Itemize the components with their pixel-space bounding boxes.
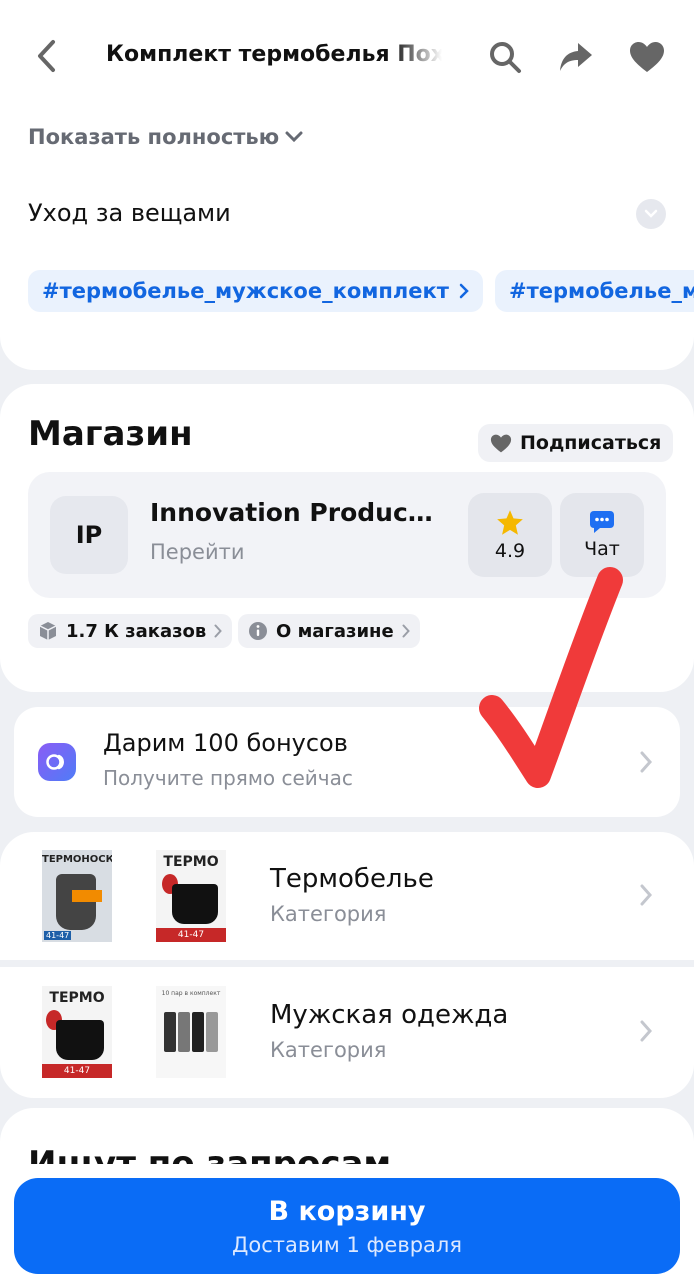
bonus-subtitle: Получите прямо сейчас: [103, 766, 353, 790]
add-to-cart-button[interactable]: В корзину Доставим 1 февраля: [14, 1178, 680, 1274]
subscribe-label: Подписаться: [520, 432, 662, 454]
favorite-button[interactable]: [628, 38, 666, 76]
store-section: Магазин Подписаться IP Innovation Produc…: [0, 384, 694, 692]
bonus-promo[interactable]: Дарим 100 бонусов Получите прямо сейчас: [14, 707, 680, 817]
store-rating: 4.9: [494, 539, 526, 562]
chevron-right-icon: [459, 283, 469, 299]
categories-section: ТЕРМОНОСКИ 41-47 ТЕРМО 41-47 Термобелье …: [0, 832, 694, 1098]
category-title: Мужская одежда: [270, 1000, 509, 1030]
store-chat-button[interactable]: Чат: [560, 493, 644, 577]
thumbnail-label: 10 пар в комплект: [161, 990, 221, 997]
thumbnail-label: ТЕРМО: [49, 990, 105, 1006]
chevron-down-icon: [644, 209, 658, 218]
hashtag-label: #термобелье_м: [509, 279, 694, 303]
chevron-right-icon: [214, 624, 223, 638]
heart-icon: [630, 42, 664, 72]
category-thumbnail: 10 пар в комплект: [156, 986, 226, 1078]
subscribe-button[interactable]: Подписаться: [478, 424, 674, 462]
category-thumbnail: ТЕРМО 41-47: [42, 986, 112, 1078]
chevron-right-icon: [402, 624, 410, 638]
delivery-date: Доставим 1 февраля: [232, 1232, 462, 1257]
store-avatar: IP: [50, 496, 128, 574]
category-thumbnail: ТЕРМОНОСКИ 41-47: [42, 850, 112, 942]
product-title: Комплект термобелья Похо: [106, 42, 442, 67]
bonus-icon: [38, 743, 76, 781]
hashtag-chip[interactable]: #термобелье_м: [495, 270, 694, 312]
heart-icon: [490, 434, 512, 452]
description-section: Показать полностью Уход за вещами #термо…: [0, 105, 694, 370]
back-button[interactable]: [28, 36, 64, 76]
chat-icon: [590, 511, 614, 533]
thumbnail-label: ТЕРМОНОСКИ: [42, 854, 112, 865]
chevron-right-icon: [636, 880, 656, 910]
store-rating-button[interactable]: 4.9: [468, 493, 552, 577]
bottom-bar: В корзину Доставим 1 февраля: [0, 1164, 694, 1280]
top-bar: Комплект термобелья Похо: [0, 0, 694, 110]
orders-count: 1.7 К заказов: [66, 620, 207, 642]
info-icon: [249, 622, 267, 640]
thumbnail-label: ТЕРМО: [163, 854, 219, 870]
category-thumbnail: ТЕРМО 41-47: [156, 850, 226, 942]
share-icon: [560, 43, 592, 71]
about-store-label: О магазине: [276, 620, 394, 642]
show-more-link[interactable]: Показать полностью: [28, 125, 303, 149]
bonus-title: Дарим 100 бонусов: [103, 729, 348, 757]
care-expand-button[interactable]: [636, 199, 666, 229]
add-to-cart-label: В корзину: [268, 1195, 426, 1227]
back-arrow-icon: [38, 40, 55, 72]
category-row-thermal[interactable]: ТЕРМОНОСКИ 41-47 ТЕРМО 41-47 Термобелье …: [0, 832, 694, 962]
chevron-right-icon: [636, 1016, 656, 1046]
hashtag-chip[interactable]: #термобелье_мужское_комплект: [28, 270, 483, 312]
category-subtitle: Категория: [270, 1038, 387, 1062]
thumbnail-size-label: 41-47: [156, 928, 226, 942]
search-button[interactable]: [486, 38, 524, 76]
store-info-box[interactable]: IP Innovation Product… Перейти 4.9 Чат: [28, 472, 666, 598]
divider: [0, 960, 694, 967]
star-icon: [497, 509, 523, 535]
share-button[interactable]: [557, 38, 595, 76]
chevron-right-icon: [636, 747, 656, 777]
category-row-menswear[interactable]: ТЕРМО 41-47 10 пар в комплект Мужская од…: [0, 968, 694, 1098]
thumbnail-size-label: 41-47: [44, 931, 72, 940]
store-chat-label: Чат: [584, 538, 620, 560]
store-name: Innovation Product…: [150, 498, 440, 527]
store-heading: Магазин: [28, 414, 193, 454]
search-icon: [490, 42, 521, 73]
care-label[interactable]: Уход за вещами: [28, 199, 231, 227]
thumbnail-size-label: 41-47: [42, 1064, 112, 1078]
category-title: Термобелье: [270, 864, 434, 894]
show-more-label: Показать полностью: [28, 125, 280, 149]
box-icon: [39, 622, 57, 640]
hashtag-label: #термобелье_мужское_комплект: [42, 279, 449, 303]
about-store-chip[interactable]: О магазине: [238, 614, 420, 648]
store-go-link[interactable]: Перейти: [150, 540, 245, 564]
orders-chip[interactable]: 1.7 К заказов: [28, 614, 233, 648]
chevron-down-icon: [285, 131, 303, 143]
category-subtitle: Категория: [270, 902, 387, 926]
